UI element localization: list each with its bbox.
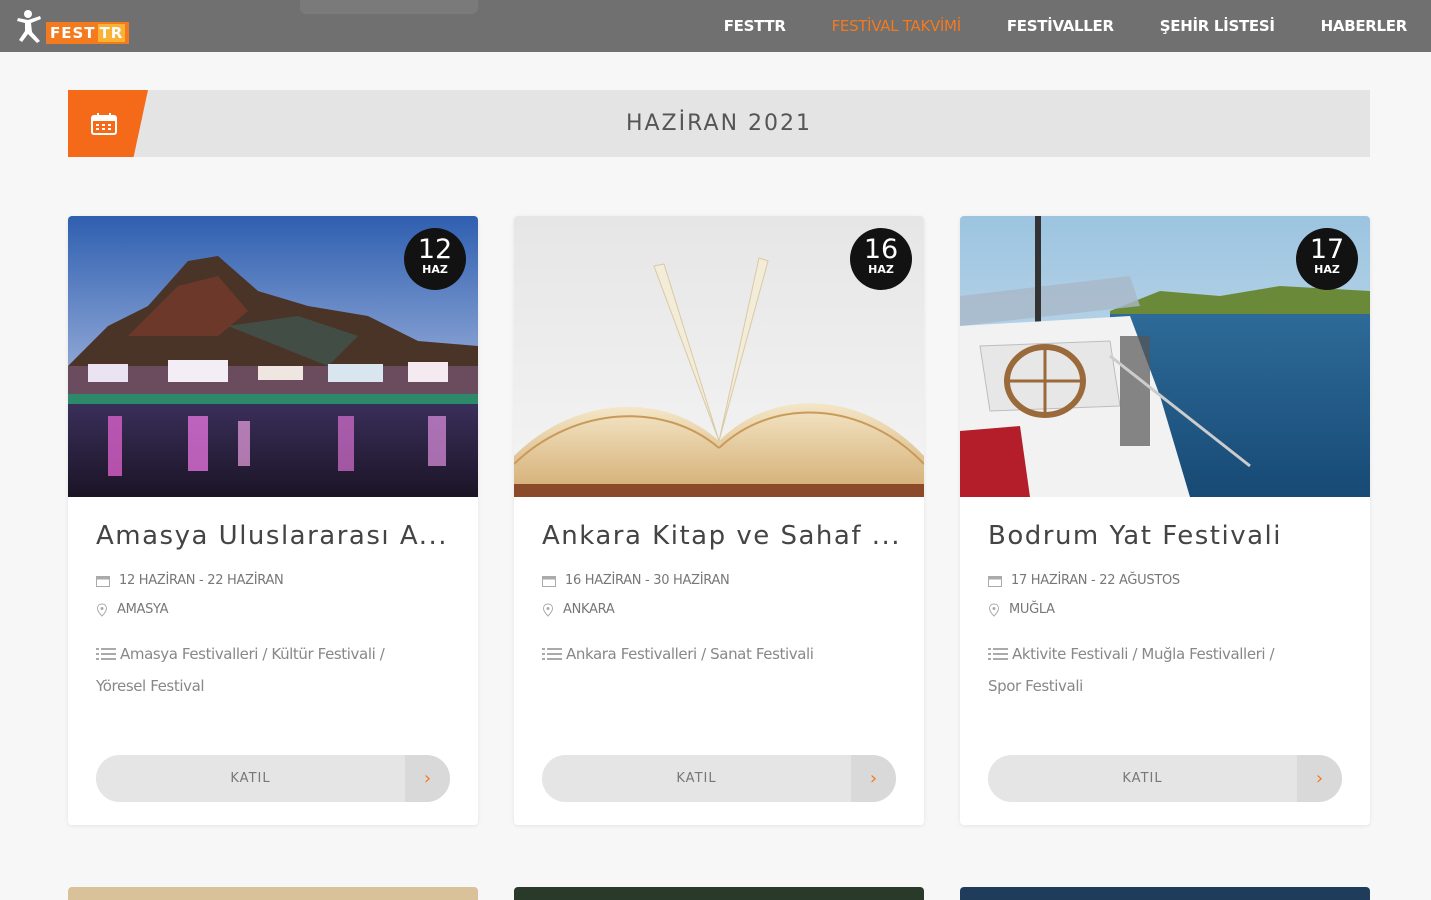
festival-categories: Aktivite Festivali / Muğla Festivalleri … bbox=[988, 638, 1338, 702]
category-links[interactable]: Amasya Festivalleri / Kültür Festivali / bbox=[120, 645, 385, 663]
calendar-icon bbox=[988, 575, 1002, 587]
date-day: 12 bbox=[417, 234, 453, 265]
list-icon bbox=[542, 648, 562, 660]
list-icon bbox=[96, 648, 116, 660]
join-button-label: KATIL bbox=[230, 771, 271, 786]
festtr-logo[interactable]: FEST TR bbox=[14, 8, 130, 44]
location-pin-icon bbox=[96, 602, 108, 617]
festival-card-peek[interactable] bbox=[68, 887, 478, 900]
festival-dates: 16 HAZİRAN - 30 HAZİRAN bbox=[542, 573, 730, 588]
festival-city-text: MUĞLA bbox=[1009, 602, 1055, 617]
festival-card-peek[interactable] bbox=[514, 887, 924, 900]
festival-card[interactable]: 12 HAZ Amasya Uluslararası A... 12 HAZİR… bbox=[68, 216, 478, 825]
festival-dates-text: 17 HAZİRAN - 22 AĞUSTOS bbox=[1011, 573, 1180, 588]
festival-title[interactable]: Amasya Uluslararası A... bbox=[96, 521, 456, 551]
festival-title[interactable]: Bodrum Yat Festivali bbox=[988, 521, 1348, 551]
join-button[interactable]: KATIL › bbox=[542, 755, 896, 802]
festival-dates-text: 12 HAZİRAN - 22 HAZİRAN bbox=[119, 573, 284, 588]
date-day: 17 bbox=[1309, 234, 1345, 265]
festival-card-peek[interactable] bbox=[960, 887, 1370, 900]
location-pin-icon bbox=[542, 602, 554, 617]
festival-dates: 17 HAZİRAN - 22 AĞUSTOS bbox=[988, 573, 1180, 588]
calendar-icon bbox=[96, 575, 110, 587]
nav-festival-takvimi[interactable]: FESTİVAL TAKVİMİ bbox=[832, 17, 962, 35]
logo-wordmark: FEST TR bbox=[46, 22, 130, 44]
chevron-right-icon: › bbox=[1297, 755, 1342, 802]
top-navigation-bar: FEST TR FESTTR FESTİVAL TAKVİMİ FESTİVALL… bbox=[0, 0, 1431, 52]
nav-sehir-listesi[interactable]: ŞEHİR LİSTESİ bbox=[1160, 17, 1275, 35]
join-button[interactable]: KATIL › bbox=[96, 755, 450, 802]
festival-city-text: AMASYA bbox=[117, 602, 169, 617]
join-button-label: KATIL bbox=[1122, 771, 1163, 786]
date-badge: 16 HAZ bbox=[850, 228, 912, 290]
category-links[interactable]: Aktivite Festivali / Muğla Festivalleri … bbox=[1012, 645, 1275, 663]
date-badge: 12 HAZ bbox=[404, 228, 466, 290]
search-bar-edge[interactable] bbox=[300, 0, 478, 14]
festival-card[interactable]: 17 HAZ Bodrum Yat Festivali 17 HAZİRAN -… bbox=[960, 216, 1370, 825]
nav-festtr[interactable]: FESTTR bbox=[724, 17, 786, 35]
category-links-line2[interactable]: Spor Festivali bbox=[988, 677, 1083, 695]
join-button[interactable]: KATIL › bbox=[988, 755, 1342, 802]
dancer-logo-icon bbox=[17, 10, 41, 43]
nav-haberler[interactable]: HABERLER bbox=[1321, 17, 1408, 35]
join-button-label: KATIL bbox=[676, 771, 717, 786]
category-links-line2[interactable]: Yöresel Festival bbox=[96, 677, 205, 695]
month-banner: HAZİRAN 2021 bbox=[68, 90, 1370, 157]
month-title: HAZİRAN 2021 bbox=[625, 111, 813, 136]
festival-city: ANKARA bbox=[542, 602, 615, 617]
festival-categories: Amasya Festivalleri / Kültür Festivali /… bbox=[96, 638, 446, 702]
festival-city-text: ANKARA bbox=[563, 602, 615, 617]
festival-city: AMASYA bbox=[96, 602, 169, 617]
chevron-right-icon: › bbox=[405, 755, 450, 802]
festival-title[interactable]: Ankara Kitap ve Sahaf ... bbox=[542, 521, 902, 551]
nav-festivaller[interactable]: FESTİVALLER bbox=[1007, 17, 1114, 35]
date-badge: 17 HAZ bbox=[1296, 228, 1358, 290]
festival-dates-text: 16 HAZİRAN - 30 HAZİRAN bbox=[565, 573, 730, 588]
date-month: HAZ bbox=[868, 263, 894, 276]
location-pin-icon bbox=[988, 602, 1000, 617]
list-icon bbox=[988, 648, 1008, 660]
logo-suffix: TR bbox=[97, 24, 126, 42]
date-month: HAZ bbox=[1314, 263, 1340, 276]
festival-city: MUĞLA bbox=[988, 602, 1055, 617]
date-month: HAZ bbox=[422, 263, 448, 276]
main-nav: FESTTR FESTİVAL TAKVİMİ FESTİVALLER ŞEHİ… bbox=[678, 0, 1408, 52]
logo-text: FEST bbox=[50, 24, 96, 42]
category-links[interactable]: Ankara Festivalleri / Sanat Festivali bbox=[566, 645, 814, 663]
date-day: 16 bbox=[863, 234, 899, 265]
festival-categories: Ankara Festivalleri / Sanat Festivali bbox=[542, 638, 892, 670]
chevron-right-icon: › bbox=[851, 755, 896, 802]
calendar-icon bbox=[542, 575, 556, 587]
festival-card[interactable]: 16 HAZ Ankara Kitap ve Sahaf ... 16 HAZİ… bbox=[514, 216, 924, 825]
festival-dates: 12 HAZİRAN - 22 HAZİRAN bbox=[96, 573, 284, 588]
